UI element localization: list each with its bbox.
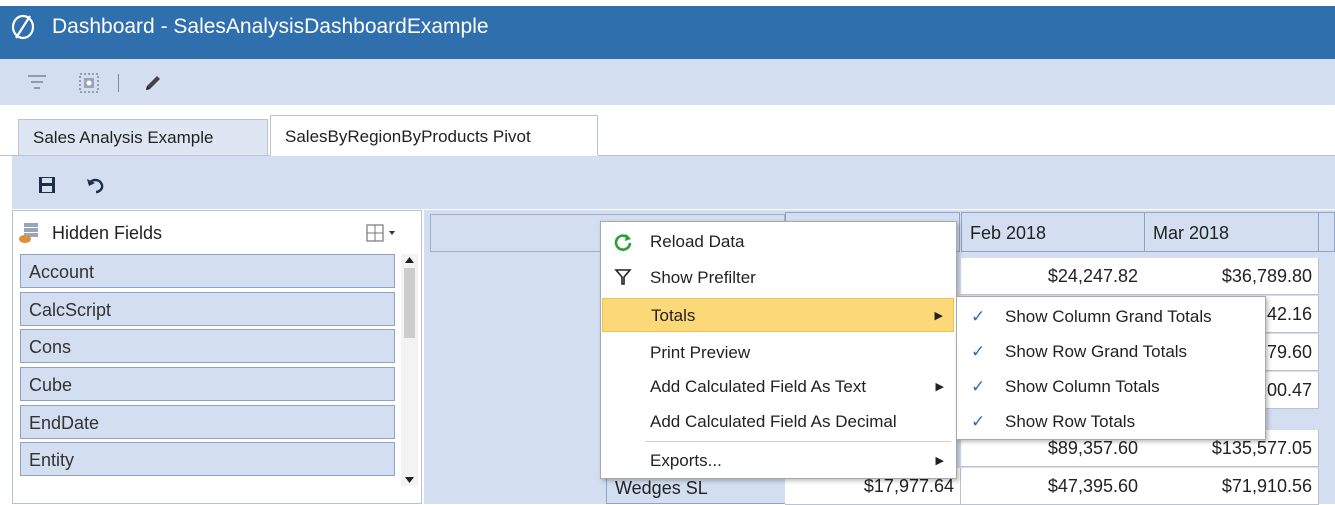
column-header-feb-2018[interactable]: Feb 2018 bbox=[961, 212, 1145, 252]
field-cube[interactable]: Cube bbox=[20, 367, 395, 402]
submenu-item-label: Show Column Totals bbox=[1005, 377, 1160, 396]
menu-item-label: Exports... bbox=[650, 451, 722, 470]
menu-item-label: Add Calculated Field As Decimal bbox=[650, 412, 897, 431]
check-icon: ✓ bbox=[971, 377, 986, 396]
menu-item-add-calculated-field-as-text[interactable]: Add Calculated Field As Text ▶ bbox=[602, 370, 954, 404]
submenu-show-row-grand-totals[interactable]: ✓ Show Row Grand Totals bbox=[957, 335, 1265, 368]
menu-item-label: Reload Data bbox=[650, 232, 745, 251]
app-logo-icon bbox=[11, 14, 35, 40]
scroll-up-icon[interactable] bbox=[404, 256, 415, 264]
menu-item-label: Add Calculated Field As Text bbox=[650, 377, 867, 396]
menu-item-reload-data[interactable]: Reload Data bbox=[602, 225, 954, 259]
submenu-item-label: Show Column Grand Totals bbox=[1005, 307, 1212, 326]
menu-item-exports[interactable]: Exports... ▶ bbox=[602, 444, 954, 478]
hidden-fields-title: Hidden Fields bbox=[52, 223, 163, 243]
column-header-next[interactable] bbox=[1318, 212, 1335, 252]
menu-item-label: Print Preview bbox=[650, 343, 751, 362]
menu-item-show-prefilter[interactable]: Show Prefilter bbox=[602, 261, 954, 295]
field-enddate[interactable]: EndDate bbox=[20, 404, 395, 439]
column-header-mar-2018[interactable]: Mar 2018 bbox=[1144, 212, 1319, 252]
tab-sales-analysis-example[interactable]: Sales Analysis Example bbox=[18, 119, 268, 155]
menu-item-label: Totals bbox=[651, 306, 696, 325]
check-icon: ✓ bbox=[971, 307, 986, 326]
submenu-arrow-icon: ▶ bbox=[935, 455, 944, 467]
scrollbar-thumb[interactable] bbox=[404, 268, 415, 338]
scroll-down-icon[interactable] bbox=[404, 476, 415, 484]
main-toolbar bbox=[0, 59, 1335, 106]
check-icon: ✓ bbox=[971, 342, 986, 361]
hidden-fields-list: Account CalcScript Cons Cube EndDate Ent… bbox=[20, 254, 403, 480]
toolbar-separator bbox=[118, 74, 119, 92]
tab-salesbyregionbyproducts-pivot[interactable]: SalesByRegionByProducts Pivot bbox=[270, 115, 598, 156]
menu-item-add-calculated-field-as-decimal[interactable]: Add Calculated Field As Decimal bbox=[602, 405, 954, 439]
fields-stack-icon bbox=[19, 223, 38, 243]
menu-separator bbox=[645, 441, 951, 442]
undo-icon[interactable] bbox=[86, 176, 106, 194]
filter-icon bbox=[614, 269, 632, 285]
submenu-show-column-grand-totals[interactable]: ✓ Show Column Grand Totals bbox=[957, 300, 1265, 333]
cell-r1-feb: $24,247.82 bbox=[961, 258, 1145, 295]
select-icon[interactable] bbox=[78, 72, 100, 94]
cell-r1-mar: $36,789.80 bbox=[1144, 258, 1319, 295]
menu-item-totals[interactable]: Totals ▶ bbox=[602, 298, 954, 332]
menu-item-print-preview[interactable]: Print Preview bbox=[602, 336, 954, 370]
cell-r6-feb: $47,395.60 bbox=[961, 468, 1145, 505]
save-icon[interactable] bbox=[38, 176, 56, 194]
window-title: Dashboard - SalesAnalysisDashboardExampl… bbox=[52, 15, 489, 38]
refresh-icon bbox=[614, 234, 632, 251]
submenu-arrow-icon: ▶ bbox=[934, 310, 943, 322]
field-account[interactable]: Account bbox=[20, 254, 395, 288]
submenu-show-row-totals[interactable]: ✓ Show Row Totals bbox=[957, 405, 1265, 438]
submenu-show-column-totals[interactable]: ✓ Show Column Totals bbox=[957, 370, 1265, 403]
field-list-layout-button[interactable] bbox=[366, 224, 406, 242]
menu-item-label: Show Prefilter bbox=[650, 268, 756, 287]
filter-icon[interactable] bbox=[26, 72, 48, 94]
pivot-toolbar bbox=[12, 156, 1335, 209]
submenu-item-label: Show Row Totals bbox=[1005, 412, 1136, 431]
cell-r6-mar: $71,910.56 bbox=[1144, 468, 1319, 505]
field-cons[interactable]: Cons bbox=[20, 329, 395, 364]
pencil-icon[interactable] bbox=[142, 72, 164, 94]
totals-submenu: ✓ Show Column Grand Totals ✓ Show Row Gr… bbox=[956, 296, 1266, 440]
submenu-arrow-icon: ▶ bbox=[935, 381, 944, 393]
field-calcscript[interactable]: CalcScript bbox=[20, 291, 395, 326]
context-menu: Reload Data Show Prefilter Totals ▶ Prin… bbox=[600, 221, 957, 479]
check-icon: ✓ bbox=[971, 412, 986, 431]
field-entity[interactable]: Entity bbox=[20, 442, 395, 477]
submenu-item-label: Show Row Grand Totals bbox=[1005, 342, 1188, 361]
